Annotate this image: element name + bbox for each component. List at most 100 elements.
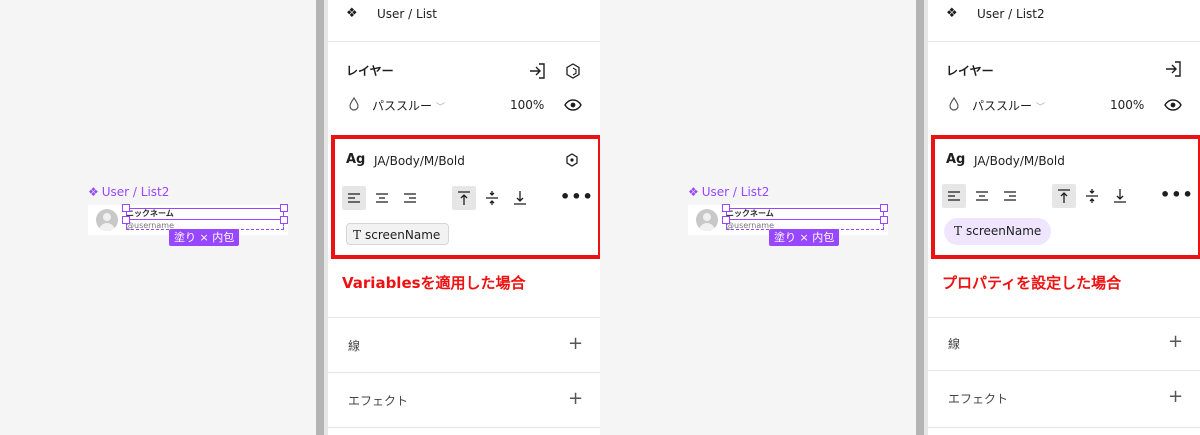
divider: [328, 372, 600, 373]
canvas-area[interactable]: ❖ User / List2 ニックネーム @username 塗り × 内包: [600, 0, 916, 435]
properties-panel: ❖ User / List2 レイヤー パススルー ﹀ 100% Ag JA/B…: [924, 0, 1200, 435]
avatar: [696, 209, 718, 231]
component-header[interactable]: ❖ User / List2: [928, 0, 1200, 30]
layer-section-title: レイヤー: [346, 64, 394, 78]
text-style-icon: Ag: [946, 152, 966, 167]
resize-handle[interactable]: [122, 204, 130, 212]
resize-handle[interactable]: [880, 216, 888, 224]
selection-box: [126, 208, 284, 220]
align-bottom-icon: [514, 191, 526, 205]
align-right-button[interactable]: [398, 186, 422, 210]
variable-hexagon-icon[interactable]: [564, 152, 580, 168]
align-center-icon: [976, 191, 988, 201]
frame-label[interactable]: ❖ User / List2: [88, 185, 169, 199]
align-right-icon: [1004, 191, 1016, 201]
align-middle-icon: [1086, 189, 1098, 203]
text-icon: T: [954, 224, 963, 238]
opacity-value[interactable]: 100%: [1110, 98, 1144, 112]
align-top-icon: [1058, 189, 1070, 203]
opacity-value[interactable]: 100%: [510, 98, 544, 112]
divider: [928, 370, 1200, 371]
resize-handle[interactable]: [722, 204, 730, 212]
component-header[interactable]: ❖ User / List: [328, 0, 600, 30]
align-bottom-icon: [1114, 189, 1126, 203]
resize-handle[interactable]: [880, 204, 888, 212]
property-example: ❖ User / List2 ニックネーム @username 塗り × 内包 ❖…: [600, 0, 1200, 435]
selection-box: [726, 208, 884, 220]
chevron-down-icon: ﹀: [1035, 103, 1045, 113]
align-center-button[interactable]: [970, 184, 994, 208]
panel-divider: [916, 0, 924, 435]
resize-handle[interactable]: [122, 216, 130, 224]
align-bottom-button[interactable]: [508, 186, 532, 210]
divider: [928, 317, 1200, 318]
component-name: User / List2: [977, 7, 1045, 21]
component-icon: ❖: [346, 6, 358, 21]
plus-icon[interactable]: +: [1168, 331, 1183, 352]
align-top-button[interactable]: [1052, 184, 1076, 208]
detach-icon[interactable]: [1164, 60, 1182, 78]
more-icon[interactable]: •••: [560, 187, 594, 206]
divider: [928, 427, 1200, 428]
align-bottom-button[interactable]: [1108, 184, 1132, 208]
eye-icon[interactable]: [564, 98, 582, 112]
resize-handle[interactable]: [280, 216, 288, 224]
drop-icon: [949, 97, 959, 111]
align-center-button[interactable]: [370, 186, 394, 210]
avatar: [96, 209, 118, 231]
effect-section-title: エフェクト: [948, 392, 1009, 406]
blend-mode-select[interactable]: パススルー ﹀: [372, 97, 445, 114]
eye-icon[interactable]: [1164, 98, 1182, 112]
divider: [328, 427, 600, 428]
plus-icon[interactable]: +: [1168, 386, 1183, 407]
align-left-button[interactable]: [942, 184, 966, 208]
component-icon: ❖: [946, 6, 958, 21]
divider: [928, 41, 1200, 42]
component-icon: ❖: [88, 185, 99, 199]
divider: [328, 41, 600, 42]
variable-hexagon-icon[interactable]: [564, 62, 582, 80]
layer-section-title: レイヤー: [946, 64, 994, 78]
effect-section-title: エフェクト: [348, 394, 409, 408]
resize-handle[interactable]: [722, 216, 730, 224]
caption: プロパティを設定した場合: [942, 274, 1122, 292]
size-badge: 塗り × 内包: [769, 229, 840, 246]
text-style-name[interactable]: JA/Body/M/Bold: [974, 154, 1065, 168]
align-left-button[interactable]: [342, 186, 366, 210]
align-right-button[interactable]: [998, 184, 1022, 208]
property-chip[interactable]: TscreenName: [944, 218, 1052, 245]
properties-panel: ❖ User / List レイヤー パススルー ﹀ 100% Ag JA/Bo…: [324, 0, 602, 435]
frame-label[interactable]: ❖ User / List2: [688, 185, 769, 199]
variable-chip[interactable]: TscreenName: [346, 223, 450, 245]
align-center-icon: [376, 193, 388, 203]
chevron-down-icon: ﹀: [435, 103, 445, 113]
align-right-icon: [404, 193, 416, 203]
size-badge: 塗り × 内包: [169, 229, 240, 246]
text-style-name[interactable]: JA/Body/M/Bold: [374, 154, 465, 168]
align-middle-button[interactable]: [480, 186, 504, 210]
panel-divider: [316, 0, 324, 435]
component-icon: ❖: [688, 185, 699, 199]
align-middle-icon: [486, 191, 498, 205]
align-top-button[interactable]: [452, 186, 476, 210]
component-name: User / List: [377, 7, 437, 21]
canvas-area[interactable]: ❖ User / List2 ニックネーム @username 塗り × 内包: [0, 0, 316, 435]
align-left-icon: [348, 193, 360, 203]
align-left-icon: [948, 191, 960, 201]
caption: Variablesを適用した場合: [342, 274, 526, 292]
align-middle-button[interactable]: [1080, 184, 1104, 208]
align-top-icon: [458, 191, 470, 205]
drop-icon: [349, 97, 359, 111]
stroke-section-title: 線: [348, 339, 361, 353]
more-icon[interactable]: •••: [1160, 185, 1194, 204]
stroke-section-title: 線: [948, 337, 961, 351]
plus-icon[interactable]: +: [568, 388, 583, 409]
text-icon: T: [353, 228, 362, 242]
blend-mode-select[interactable]: パススルー ﹀: [972, 97, 1045, 114]
plus-icon[interactable]: +: [568, 333, 583, 354]
divider: [328, 317, 600, 318]
detach-icon[interactable]: [528, 62, 546, 80]
text-style-icon: Ag: [346, 152, 366, 167]
variables-example: ❖ User / List2 ニックネーム @username 塗り × 内包 ❖…: [0, 0, 602, 435]
resize-handle[interactable]: [280, 204, 288, 212]
